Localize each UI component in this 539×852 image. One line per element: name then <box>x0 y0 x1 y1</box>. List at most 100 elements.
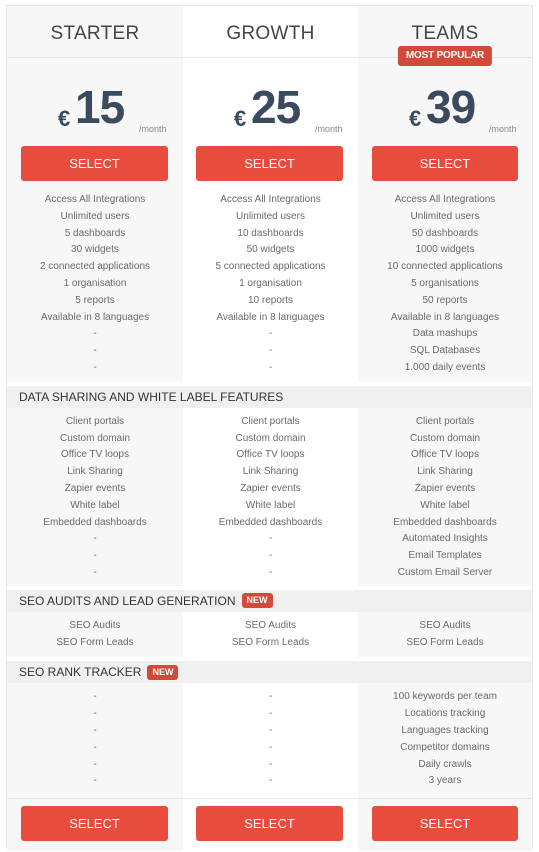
plan-name-growth: GROWTH <box>183 6 358 57</box>
feature-item: - <box>268 691 273 703</box>
price-period: /month <box>139 124 167 134</box>
feature-item: SEO Form Leads <box>406 636 484 648</box>
feature-item: - <box>268 741 273 753</box>
seo-rank-features-row: - - - - - - - - - - - - 100 keywords per team Locat… <box>7 683 532 799</box>
feature-item: Custom domain <box>59 432 131 444</box>
data-sharing-features-teams: Client portals Custom domain Office TV loo… <box>358 407 532 586</box>
feature-item: Competitor domains <box>400 741 490 753</box>
seo-audits-features-starter: SEO Audits SEO Form Leads <box>7 611 183 658</box>
feature-item: Custom domain <box>409 432 481 444</box>
feature-item: Client portals <box>65 415 125 427</box>
feature-item: 50 dashboards <box>411 227 479 239</box>
feature-item: - <box>268 345 273 357</box>
feature-item: - <box>268 708 273 720</box>
feature-item: - <box>93 691 97 703</box>
seo-rank-features-growth: - - - - - - <box>183 683 358 799</box>
feature-item: Office TV loops <box>411 449 479 461</box>
currency-symbol: € <box>234 106 247 131</box>
feature-item: Custom domain <box>235 432 306 444</box>
feature-item: - <box>93 566 97 578</box>
feature-item: Embedded dashboards <box>218 516 323 528</box>
currency-symbol: € <box>409 106 422 131</box>
feature-item: - <box>268 361 273 373</box>
feature-item: SEO Audits <box>419 619 471 631</box>
feature-item: Link Sharing <box>417 466 473 478</box>
seo-audits-features-row: SEO Audits SEO Form Leads SEO Audits SEO F… <box>7 611 532 658</box>
select-starter-button[interactable]: SELECT <box>21 146 168 181</box>
feature-item: 1 organisation <box>63 277 127 289</box>
new-badge: NEW <box>147 664 179 680</box>
price-starter: € 15 /month <box>7 58 183 146</box>
feature-item: Embedded dashboards <box>393 516 497 528</box>
select-button-row-bottom: SELECT SELECT SELECT <box>7 798 532 852</box>
feature-item: 10 reports <box>247 294 294 306</box>
feature-item: - <box>93 775 97 787</box>
feature-item: SEO Audits <box>244 619 297 631</box>
feature-item: - <box>93 741 97 753</box>
feature-item: White label <box>245 499 296 511</box>
feature-item: Daily crawls <box>418 758 472 770</box>
feature-item: Custom Email Server <box>397 566 493 578</box>
feature-item: Link Sharing <box>242 466 299 478</box>
core-features-growth: Access All Integrations Unlimited users 10… <box>183 186 358 377</box>
select-starter-button-bottom[interactable]: SELECT <box>21 806 168 842</box>
feature-item: 5 dashboards <box>64 227 126 239</box>
data-sharing-features-growth: Client portals Custom domain Office TV loo… <box>183 407 358 586</box>
price-amount: 25 <box>251 81 301 133</box>
feature-item: 2 connected applications <box>39 261 151 273</box>
feature-item: 10 dashboards <box>237 227 304 239</box>
feature-item: Locations tracking <box>404 708 486 720</box>
core-features-teams: Access All Integrations Unlimited users 50… <box>358 186 532 377</box>
feature-item: 3 years <box>428 775 462 787</box>
currency-symbol: € <box>58 106 71 131</box>
feature-item: Available in 8 languages <box>390 311 500 323</box>
select-teams-button[interactable]: SELECT <box>372 146 518 181</box>
seo-rank-features-starter: - - - - - - <box>7 683 183 799</box>
price-teams: € 39 /month <box>358 58 532 146</box>
data-sharing-features-starter: Client portals Custom domain Office TV loo… <box>7 407 183 586</box>
feature-item: Access All Integrations <box>394 194 496 205</box>
feature-item: 5 connected applications <box>215 261 326 273</box>
feature-item: Unlimited users <box>236 210 305 222</box>
feature-item: White label <box>420 499 470 511</box>
feature-item: - <box>93 724 97 736</box>
price-amount: 15 <box>75 81 125 133</box>
feature-item: White label <box>70 499 120 511</box>
seo-audits-features-growth: SEO Audits SEO Form Leads <box>183 611 358 658</box>
feature-item: Client portals <box>415 415 475 427</box>
seo-audits-features-teams: SEO Audits SEO Form Leads <box>358 611 532 658</box>
feature-item: Zapier events <box>414 482 476 494</box>
select-growth-button-bottom[interactable]: SELECT <box>196 806 343 842</box>
feature-item: Zapier events <box>64 482 126 494</box>
feature-item: - <box>93 708 97 720</box>
core-features-starter: Access All Integrations Unlimited users 5 … <box>7 186 183 377</box>
feature-item: 5 reports <box>75 294 115 306</box>
feature-item: Embedded dashboards <box>43 516 147 528</box>
section-title: SEO RANK TRACKER <box>19 665 142 680</box>
feature-item: SEO Form Leads <box>231 636 310 648</box>
select-growth-button[interactable]: SELECT <box>196 146 343 181</box>
plan-header-row: STARTER GROWTH TEAMS MOST POPULAR <box>7 6 532 66</box>
select-teams-button-bottom[interactable]: SELECT <box>372 806 518 842</box>
feature-item: 50 widgets <box>246 244 295 256</box>
feature-item: Automated Insights <box>402 533 488 545</box>
feature-item: 30 widgets <box>71 244 119 256</box>
feature-item: Access All Integrations <box>44 194 146 205</box>
feature-item: SQL Databases <box>409 345 481 357</box>
feature-item: Available in 8 languages <box>216 311 325 323</box>
feature-item: Zapier events <box>240 482 301 494</box>
feature-item: - <box>93 758 97 770</box>
section-title: SEO AUDITS AND LEAD GENERATION <box>19 593 236 608</box>
feature-item: - <box>268 775 273 787</box>
price-row: € 15 /month € 25 /month € 39 /month <box>7 58 532 146</box>
price-amount: 39 <box>426 81 476 133</box>
feature-item: Access All Integrations <box>220 194 321 205</box>
feature-item: Email Templates <box>408 550 482 562</box>
feature-item: 1000 widgets <box>415 244 475 256</box>
feature-item: 50 reports <box>422 294 468 306</box>
section-header-data-sharing: DATA SHARING AND WHITE LABEL FEATURES <box>7 385 532 408</box>
feature-item: SEO Audits <box>69 619 121 631</box>
section-header-seo-audits: SEO AUDITS AND LEAD GENERATION NEW <box>7 589 532 612</box>
feature-item: 100 keywords per team <box>393 691 497 703</box>
feature-item: - <box>268 328 273 340</box>
